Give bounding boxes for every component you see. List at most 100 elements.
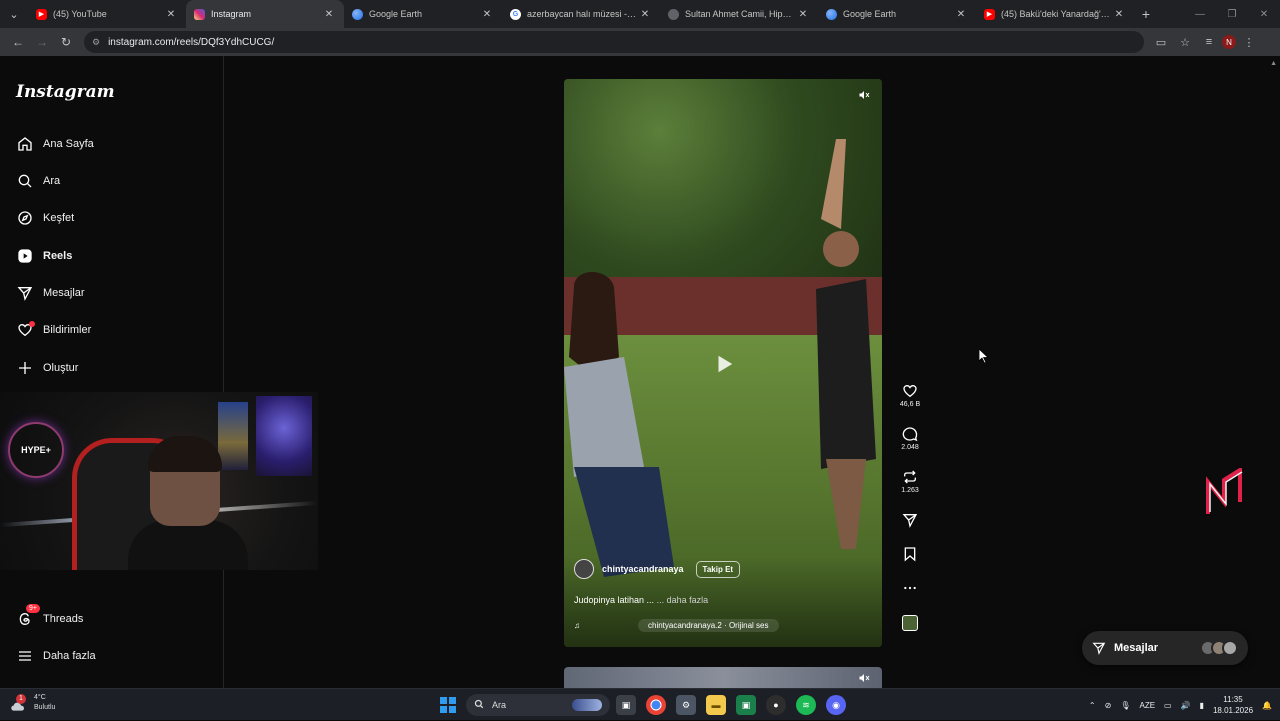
comment-count: 2.048 xyxy=(901,444,919,451)
follow-button[interactable]: Takip Et xyxy=(695,560,741,578)
close-icon[interactable]: ✕ xyxy=(638,9,652,20)
notifications-bell-icon[interactable]: 🔔 xyxy=(1262,701,1272,710)
next-reel-preview[interactable] xyxy=(564,667,882,688)
mute-icon[interactable] xyxy=(858,672,872,686)
share-action[interactable] xyxy=(898,512,922,528)
tab-title: Google Earth xyxy=(369,9,423,19)
audio-thumbnail[interactable] xyxy=(902,615,918,631)
taskbar-search-placeholder: Ara xyxy=(492,700,507,710)
browser-tab[interactable]: Google Earth ✕ xyxy=(818,0,976,28)
reel-caption[interactable]: Judopinya latihan ... ... daha fazla xyxy=(574,595,708,605)
browser-menu-icon[interactable]: ⋮ xyxy=(1238,31,1260,53)
tab-title: azerbaycan halı müzesi - Googl xyxy=(527,9,638,19)
send-icon xyxy=(1092,642,1106,655)
nav-notifications[interactable]: Bildirimler xyxy=(16,318,91,342)
spotify-icon[interactable]: ≋ xyxy=(796,695,816,715)
tab-title: (45) Bakü'deki Yanardağ'ın Hik xyxy=(1001,9,1112,19)
nav-explore[interactable]: Keşfet xyxy=(16,206,74,230)
install-app-icon[interactable]: ▭ xyxy=(1150,31,1172,53)
site-info-icon[interactable]: ⚙ xyxy=(92,37,100,48)
browser-tab[interactable]: ▶ (45) YouTube ✕ xyxy=(28,0,186,28)
terminal-app-icon[interactable]: ▣ xyxy=(736,695,756,715)
tab-search-icon[interactable]: ⌄ xyxy=(0,0,28,28)
nav-explore-label: Keşfet xyxy=(43,212,75,224)
close-icon[interactable]: ✕ xyxy=(322,9,336,20)
nav-more-label: Daha fazla xyxy=(43,650,96,662)
nav-search[interactable]: Ara xyxy=(16,169,60,193)
close-icon[interactable]: ✕ xyxy=(954,9,968,20)
like-action[interactable]: 46,6 B xyxy=(898,383,922,408)
window-controls: — ❐ ✕ xyxy=(1184,0,1280,28)
author-avatar[interactable] xyxy=(574,559,594,579)
reel-author: chintyacandranaya Takip Et xyxy=(574,559,741,579)
task-view-icon[interactable]: ▣ xyxy=(616,695,636,715)
comment-action[interactable]: 2.048 xyxy=(898,426,922,451)
messages-pill[interactable]: Mesajlar xyxy=(1082,631,1248,665)
nav-reels[interactable]: Reels xyxy=(16,244,72,268)
file-explorer-icon[interactable]: ▬ xyxy=(706,695,726,715)
bookmark-star-icon[interactable]: ☆ xyxy=(1174,31,1196,53)
home-icon xyxy=(16,135,34,153)
language-indicator[interactable]: AZE xyxy=(1139,701,1155,710)
nav-messages-label: Mesajlar xyxy=(43,287,85,299)
scroll-up-arrow-icon[interactable]: ▲ xyxy=(1270,60,1277,67)
github-desktop-icon[interactable]: ● xyxy=(766,695,786,715)
back-icon[interactable]: ← xyxy=(6,30,30,54)
nav-threads[interactable]: 9+ Threads xyxy=(16,604,84,631)
clock-date: 18.01.2026 xyxy=(1212,706,1254,715)
browser-tab[interactable]: ▶ (45) Bakü'deki Yanardağ'ın Hik ✕ xyxy=(976,0,1134,28)
new-tab-button[interactable]: + xyxy=(1134,0,1158,28)
discord-icon[interactable]: ◉ xyxy=(826,695,846,715)
close-icon[interactable]: ✕ xyxy=(480,9,494,20)
settings-icon[interactable]: ⚙ xyxy=(676,695,696,715)
reel-audio[interactable]: ♫ chintyacandranaya.2 · Orijinal ses xyxy=(574,617,828,633)
volume-icon[interactable]: 🔊 xyxy=(1181,701,1191,710)
reload-icon[interactable]: ↻ xyxy=(54,30,78,54)
browser-tab[interactable]: Sultan Ahmet Camii, Hipodrom ✕ xyxy=(660,0,818,28)
battery-icon[interactable]: ▮ xyxy=(1200,701,1204,710)
browser-tab[interactable]: Google Earth ✕ xyxy=(344,0,502,28)
caption-more-link[interactable]: ... daha fazla xyxy=(657,595,709,605)
nav-messages[interactable]: Mesajlar xyxy=(16,281,85,305)
nav-more[interactable]: Daha fazla xyxy=(16,644,96,668)
chrome-icon[interactable] xyxy=(646,695,666,715)
heart-icon xyxy=(16,321,35,339)
minimize-icon[interactable]: — xyxy=(1184,0,1216,28)
repost-action[interactable]: 1.263 xyxy=(898,469,922,494)
browser-tab-active[interactable]: Instagram ✕ xyxy=(186,0,344,28)
more-options-action[interactable] xyxy=(898,580,922,596)
mute-icon[interactable] xyxy=(858,89,872,103)
close-window-icon[interactable]: ✕ xyxy=(1248,0,1280,28)
weather-widget[interactable]: 1 4°C Bulutlu xyxy=(10,693,55,713)
author-username[interactable]: chintyacandranaya xyxy=(602,564,684,574)
monitor-icon[interactable]: ▭ xyxy=(1164,701,1172,710)
clock[interactable]: 11:35 18.01.2026 xyxy=(1213,694,1253,716)
nav-threads-label: Threads xyxy=(43,613,84,625)
network-off-icon[interactable]: ⊘ xyxy=(1105,701,1112,710)
forward-icon[interactable]: → xyxy=(30,30,54,54)
close-icon[interactable]: ✕ xyxy=(796,9,810,20)
windows-start-icon[interactable] xyxy=(440,697,456,713)
video-woman-figure xyxy=(564,272,674,577)
media-control-icon[interactable]: ≡ xyxy=(1198,31,1220,53)
nav-create[interactable]: Oluştur xyxy=(16,356,78,380)
browser-tab[interactable]: G azerbaycan halı müzesi - Googl ✕ xyxy=(502,0,660,28)
close-icon[interactable]: ✕ xyxy=(1112,9,1126,20)
close-icon[interactable]: ✕ xyxy=(164,9,178,20)
reel-video[interactable]: chintyacandranaya Takip Et Judopinya lat… xyxy=(564,79,882,647)
nav-home-label: Ana Sayfa xyxy=(43,138,94,150)
browser-tabstrip: ⌄ ▶ (45) YouTube ✕ Instagram ✕ Google Ea… xyxy=(0,0,1280,28)
wall-poster xyxy=(218,402,248,470)
instagram-logo[interactable]: Instagram xyxy=(16,82,115,102)
profile-avatar[interactable]: N xyxy=(1222,35,1236,49)
taskbar-search[interactable]: Ara xyxy=(466,694,610,716)
tab-title: Sultan Ahmet Camii, Hipodrom xyxy=(685,9,796,19)
address-bar[interactable]: ⚙ instagram.com/reels/DQf3YdhCUCG/ xyxy=(84,31,1144,53)
play-icon[interactable] xyxy=(713,353,735,375)
google-earth-icon xyxy=(352,8,363,20)
microphone-icon[interactable]: 🎙 xyxy=(1120,701,1130,710)
restore-icon[interactable]: ❐ xyxy=(1216,0,1248,28)
nav-home[interactable]: Ana Sayfa xyxy=(16,132,94,156)
show-hidden-icons-icon[interactable]: ⌃ xyxy=(1089,701,1096,710)
save-action[interactable] xyxy=(898,546,922,562)
